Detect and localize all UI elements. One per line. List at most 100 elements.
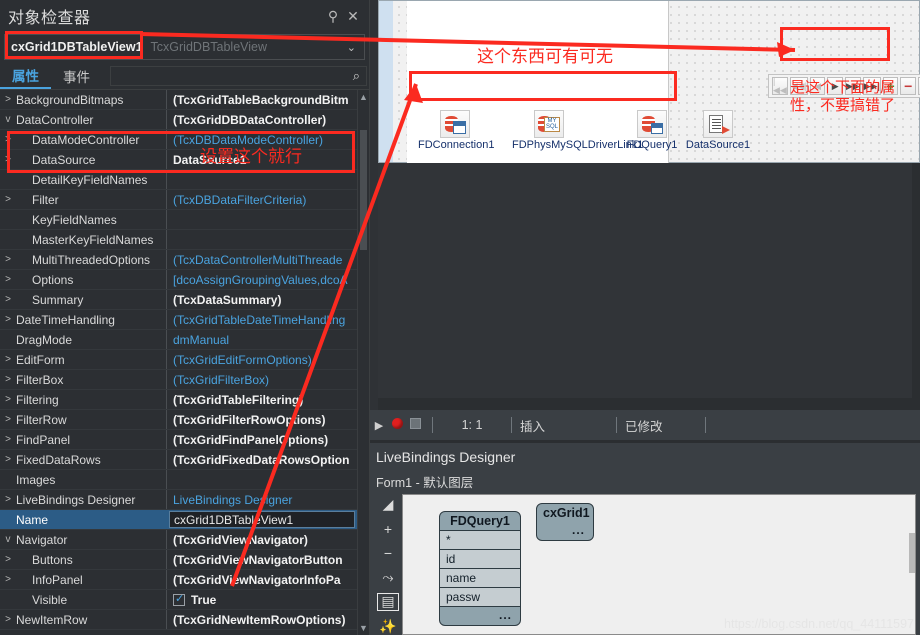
chevron-right-icon[interactable]: > <box>0 94 16 105</box>
grid-navigator-toolbar[interactable]: |◀◀◀◀|◀▶▶▶▶▶|+−▲✓✗↻✳✳▽ <box>768 74 920 98</box>
chevron-right-icon[interactable]: > <box>0 414 16 425</box>
form-designer[interactable]: |◀◀◀◀|◀▶▶▶▶▶|+−▲✓✗↻✳✳▽ cxGrid1 cxGrid1Le… <box>370 0 920 410</box>
property-value-cell[interactable]: LiveBindings Designer <box>167 493 357 507</box>
code-editor-body[interactable] <box>378 163 920 410</box>
checkbox-icon[interactable] <box>173 593 185 606</box>
lb-node-field[interactable]: passw <box>440 588 520 607</box>
property-grid[interactable]: > BackgroundBitmaps (TcxGridTableBackgroun… <box>0 90 369 635</box>
property-row[interactable]: > Buttons (TcxGridViewNavigatorButton <box>0 550 357 570</box>
property-row[interactable]: > NewItemRow (TcxGridNewItemRowOptions) <box>0 610 357 630</box>
chevron-right-icon[interactable]: > <box>0 574 16 585</box>
insert-icon[interactable]: + <box>882 77 899 95</box>
search-icon[interactable]: ⌕ <box>353 68 360 84</box>
next-page-icon[interactable]: ▶▶ <box>845 77 861 95</box>
property-row[interactable]: > FilterBox (TcxGridFilterBox) <box>0 370 357 390</box>
property-row[interactable]: MasterKeyFieldNames <box>0 230 357 250</box>
chevron-right-icon[interactable]: > <box>0 154 16 165</box>
chevron-right-icon[interactable]: > <box>0 134 16 145</box>
property-value-cell[interactable]: (TcxDataControllerMultiThreade <box>167 253 357 267</box>
stop-icon[interactable] <box>406 418 424 432</box>
property-value-cell[interactable]: (TcxGridTableDateTimeHandling <box>167 313 357 327</box>
layout-grid-icon[interactable]: ▤ <box>377 592 399 611</box>
property-value-cell[interactable]: dmManual <box>167 333 357 347</box>
property-row[interactable]: > LiveBindings Designer LiveBindings Desig… <box>0 490 357 510</box>
code-editor-surface[interactable] <box>378 163 912 398</box>
property-value-cell[interactable]: (TcxGridViewNavigatorButton <box>167 553 357 567</box>
property-row[interactable]: Name cxGrid1DBTableView1 <box>0 510 357 530</box>
property-row[interactable]: KeyFieldNames <box>0 210 357 230</box>
property-value-cell[interactable]: (TcxGridNewItemRowOptions) <box>167 613 357 627</box>
livebindings-canvas[interactable]: FDQuery1 * id name passw ... cxGrid1 ... <box>402 494 916 635</box>
property-value-editor[interactable]: cxGrid1DBTableView1 <box>169 511 355 528</box>
property-value-cell[interactable]: DataSource1 <box>167 153 357 167</box>
property-row[interactable]: > DataSource DataSource1 <box>0 150 357 170</box>
property-row[interactable]: > Summary (TcxDataSummary) <box>0 290 357 310</box>
lb-node-cxgrid1[interactable]: cxGrid1 ... <box>536 503 594 541</box>
lb-node-field[interactable]: name <box>440 569 520 588</box>
select-mode-icon[interactable]: ◢ <box>377 496 399 513</box>
pin-icon[interactable]: ⚲ <box>323 6 343 26</box>
chevron-right-icon[interactable]: > <box>0 434 16 445</box>
property-row[interactable]: > Options [dcoAssignGroupingValues,dcoA <box>0 270 357 290</box>
chevron-right-icon[interactable]: > <box>0 254 16 265</box>
lb-node-more[interactable]: ... <box>440 607 520 625</box>
search-input[interactable] <box>111 69 353 83</box>
lb-node-fdquery1[interactable]: FDQuery1 * id name passw ... <box>439 511 521 626</box>
property-value-cell[interactable]: (TcxGridFindPanelOptions) <box>167 433 357 447</box>
property-value-cell[interactable]: (TcxGridTableFiltering) <box>167 393 357 407</box>
property-value-cell[interactable]: (TcxDBDataFilterCriteria) <box>167 193 357 207</box>
chevron-right-icon[interactable]: > <box>0 614 16 625</box>
chevron-right-icon[interactable]: > <box>0 314 16 325</box>
property-row[interactable]: > DataModeController (TcxDBDataModeControl… <box>0 130 357 150</box>
record-icon[interactable] <box>388 418 406 432</box>
property-grid-scrollbar[interactable]: ▲ ▼ <box>357 90 369 635</box>
property-row[interactable]: > InfoPanel (TcxGridViewNavigatorInfoPa <box>0 570 357 590</box>
wizard-icon[interactable]: ✨ <box>377 618 399 635</box>
property-value-cell[interactable]: cxGrid1DBTableView1 <box>167 511 357 528</box>
property-row[interactable]: Visible True <box>0 590 357 610</box>
property-row[interactable]: DetailKeyFieldNames <box>0 170 357 190</box>
property-row[interactable]: > Filter (TcxDBDataFilterCriteria) <box>0 190 357 210</box>
property-value-cell[interactable]: True <box>167 593 357 607</box>
zoom-in-icon[interactable]: + <box>377 520 399 537</box>
first-record-icon[interactable]: |◀◀ <box>772 77 788 95</box>
chevron-right-icon[interactable]: > <box>0 194 16 205</box>
last-record-icon[interactable]: ▶▶| <box>862 77 881 95</box>
chevron-down-icon[interactable]: v <box>0 114 16 125</box>
next-record-icon[interactable]: ▶ <box>827 77 843 95</box>
tab-events[interactable]: 事件 <box>51 63 102 89</box>
lb-node-field[interactable]: id <box>440 550 520 569</box>
link-icon[interactable]: ⤳ <box>377 569 399 586</box>
close-icon[interactable]: ✕ <box>343 6 363 26</box>
run-icon[interactable]: ▶ <box>370 419 388 432</box>
property-row[interactable]: > EditForm (TcxGridEditFormOptions) <box>0 350 357 370</box>
chevron-right-icon[interactable]: > <box>0 494 16 505</box>
zoom-out-icon[interactable]: − <box>377 544 399 561</box>
delete-icon[interactable]: − <box>900 77 916 95</box>
tab-properties[interactable]: 属性 <box>0 63 51 89</box>
property-value-cell[interactable]: (TcxGridViewNavigator) <box>167 533 357 547</box>
chevron-down-icon[interactable]: ⌄ <box>347 41 364 54</box>
property-value-cell[interactable]: [dcoAssignGroupingValues,dcoA <box>167 273 357 287</box>
chevron-right-icon[interactable]: > <box>0 274 16 285</box>
property-row[interactable]: v DataController (TcxGridDBDataController) <box>0 110 357 130</box>
prior-record-icon[interactable]: ◀ <box>809 77 826 95</box>
property-row[interactable]: > MultiThreadedOptions (TcxDataControllerM… <box>0 250 357 270</box>
chevron-right-icon[interactable]: > <box>0 374 16 385</box>
chevron-right-icon[interactable]: > <box>0 294 16 305</box>
property-row[interactable]: > FilterRow (TcxGridFilterRowOptions) <box>0 410 357 430</box>
livebindings-scrollbar[interactable] <box>909 533 915 573</box>
chevron-right-icon[interactable]: > <box>0 394 16 405</box>
lb-node-more[interactable]: ... <box>537 522 593 540</box>
property-row[interactable]: > BackgroundBitmaps (TcxGridTableBackgroun… <box>0 90 357 110</box>
component-fdconnection1[interactable]: FDConnection1 <box>418 110 494 151</box>
property-row[interactable]: > Filtering (TcxGridTableFiltering) <box>0 390 357 410</box>
component-datasource1[interactable]: DataSource1 <box>681 110 755 151</box>
scrollbar-thumb[interactable] <box>360 130 367 250</box>
property-value-cell[interactable]: (TcxGridEditFormOptions) <box>167 353 357 367</box>
property-value-cell[interactable]: (TcxGridDBDataController) <box>167 113 357 127</box>
property-value-cell[interactable]: (TcxGridFilterBox) <box>167 373 357 387</box>
property-value-cell[interactable]: (TcxDataSummary) <box>167 293 357 307</box>
livebindings-toolbar[interactable]: ◢ + − ⤳ ▤ ✨ <box>374 492 402 635</box>
property-row[interactable]: > FixedDataRows (TcxGridFixedDataRowsOptio… <box>0 450 357 470</box>
